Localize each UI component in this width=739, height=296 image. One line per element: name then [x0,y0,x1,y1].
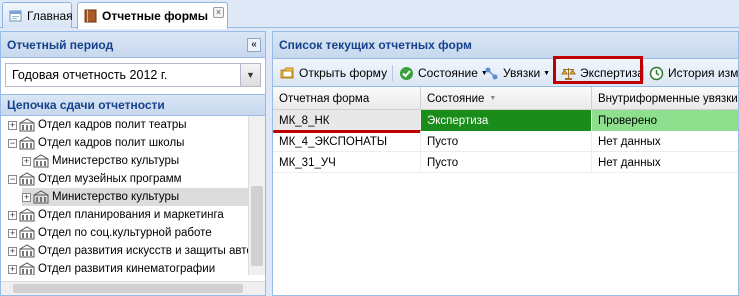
open-form-button[interactable]: Открыть форму [277,62,390,84]
organization-icon [19,208,35,222]
toolbar-separator [643,65,644,81]
tree-item[interactable]: + Министерство культуры [22,152,179,170]
organization-icon [19,226,35,240]
chain-title: Цепочка сдачи отчетности [7,98,165,112]
tree-item-label: Министерство культуры [52,191,180,203]
period-select-value: Годовая отчетность 2012 г. [12,68,168,82]
history-button[interactable]: История изме [646,62,739,84]
chevron-down-icon: ▼ [543,69,551,77]
tree-horizontal-scrollbar[interactable] [1,281,265,295]
scroll-thumb[interactable] [251,186,263,266]
column-header-label: Состояние [427,92,485,105]
table-row[interactable]: МК_31_УЧ Пусто Нет данных [273,152,738,173]
clock-icon [649,66,664,80]
cell-links[interactable]: Нет данных [592,131,738,152]
organization-icon [19,172,35,186]
organization-icon [19,118,35,132]
forms-grid: Отчетная форма Состояние ▼ Внутриформенн… [273,87,738,173]
column-header-label: Отчетная форма [279,92,370,105]
tree-item-label: Отдел по соц.культурной работе [38,227,212,239]
cell-form[interactable]: МК_8_НК [273,110,421,131]
expand-icon[interactable]: + [8,120,17,130]
cell-state[interactable]: Пусто [421,131,592,152]
tree-vertical-scrollbar[interactable] [248,116,265,275]
organization-icon [19,136,35,150]
table-row[interactable]: МК_4_ЭКСПОНАТЫ Пусто Нет данных [273,131,738,152]
column-header-state[interactable]: Состояние ▼ [421,87,592,110]
cell-state[interactable]: Экспертиза [421,110,592,131]
period-select[interactable]: Годовая отчетность 2012 г. ▼ [5,63,261,87]
org-tree: + Отдел кадров полит театры − Отдел кадр… [1,116,265,275]
cell-form[interactable]: МК_31_УЧ [273,152,421,173]
tab-report-forms[interactable]: Отчетные формы × [77,2,228,29]
tab-report-forms-label: Отчетные формы [102,9,209,23]
tree-item[interactable]: + Отдел развития кинематографии [8,260,215,275]
book-icon [84,9,97,23]
cell-form[interactable]: МК_4_ЭКСПОНАТЫ [273,131,421,152]
tree-item-label: Отдел кадров полит школы [38,137,185,149]
tree-item[interactable]: − Отдел кадров полит школы [8,134,184,152]
expertise-highlight-box [553,56,643,84]
forms-panel-header: Список текущих отчетных форм [273,32,738,59]
chain-panel-header: Цепочка сдачи отчетности [1,94,265,116]
column-header-label: Внутриформенные увязки [598,92,738,105]
tab-home-label: Главная [27,8,73,23]
tree-item[interactable]: + Отдел по соц.культурной работе [8,224,212,242]
expand-icon[interactable]: + [8,246,17,256]
forms-toolbar: Открыть форму Состояние ▼ Увязки ▼ Экспе… [273,59,738,87]
tree-item[interactable]: + Отдел планирования и маркетинга [8,206,224,224]
tree-item[interactable]: + Отдел кадров полит театры [8,116,187,134]
cell-state[interactable]: Пусто [421,152,592,173]
tree-item-label: Отдел кадров полит театры [38,119,187,131]
tab-home[interactable]: Главная [2,2,73,28]
check-circle-icon [400,66,413,80]
chevron-down-icon[interactable]: ▼ [240,64,260,86]
left-panel: Отчетный период « Годовая отчетность 201… [0,31,266,296]
period-title: Отчетный период [7,37,114,52]
tree-item-label: Министерство культуры [52,155,180,167]
open-form-label: Открыть форму [299,66,388,80]
links-menu-button[interactable]: Увязки ▼ [481,62,553,84]
tree-item-selected[interactable]: + Министерство культуры [22,188,248,206]
expand-icon[interactable]: + [22,156,31,166]
expand-icon[interactable]: + [22,192,31,202]
collapse-panel-button[interactable]: « [247,38,261,52]
table-row[interactable]: МК_8_НК Экспертиза Проверено [273,110,738,133]
tab-bar: Главная Отчетные формы × [0,0,739,29]
state-menu-button[interactable]: Состояние ▼ [396,62,491,84]
expand-icon[interactable]: + [8,228,17,238]
sort-icon[interactable]: ▼ [489,95,496,102]
scroll-thumb[interactable] [13,284,243,293]
toolbar-separator [392,65,393,81]
column-header-links[interactable]: Внутриформенные увязки [592,87,738,110]
right-panel: Список текущих отчетных форм Открыть фор… [272,31,739,296]
organization-icon [33,190,49,204]
organization-icon [19,244,35,258]
tree-item-label: Отдел развития искусств и защиты авто [38,245,253,257]
close-icon[interactable]: × [213,7,224,18]
collapse-icon[interactable]: − [8,138,17,148]
state-menu-label: Состояние [418,66,478,80]
grid-header: Отчетная форма Состояние ▼ Внутриформенн… [273,87,738,110]
forms-panel-title: Список текущих отчетных форм [279,38,472,52]
tree-item-label: Отдел развития кинематографии [38,263,216,275]
folder-open-icon [280,67,294,78]
tree-item-label: Отдел планирования и маркетинга [38,209,224,221]
cell-links[interactable]: Нет данных [592,152,738,173]
expand-icon[interactable]: + [8,210,17,220]
home-icon [9,10,22,21]
history-label: История изме [668,66,739,80]
period-panel-header: Отчетный период « [1,32,265,58]
tree-item[interactable]: − Отдел музейных программ [8,170,182,188]
organization-icon [33,154,49,168]
tree-item-label: Отдел музейных программ [38,173,182,185]
expand-icon[interactable]: + [8,264,17,274]
collapse-icon[interactable]: − [8,174,17,184]
links-menu-label: Увязки [503,66,541,80]
column-header-form[interactable]: Отчетная форма [273,87,421,110]
cell-links[interactable]: Проверено [592,110,738,131]
organization-icon [19,262,35,275]
links-icon [485,67,498,79]
tree-item[interactable]: + Отдел развития искусств и защиты авто [8,242,253,260]
